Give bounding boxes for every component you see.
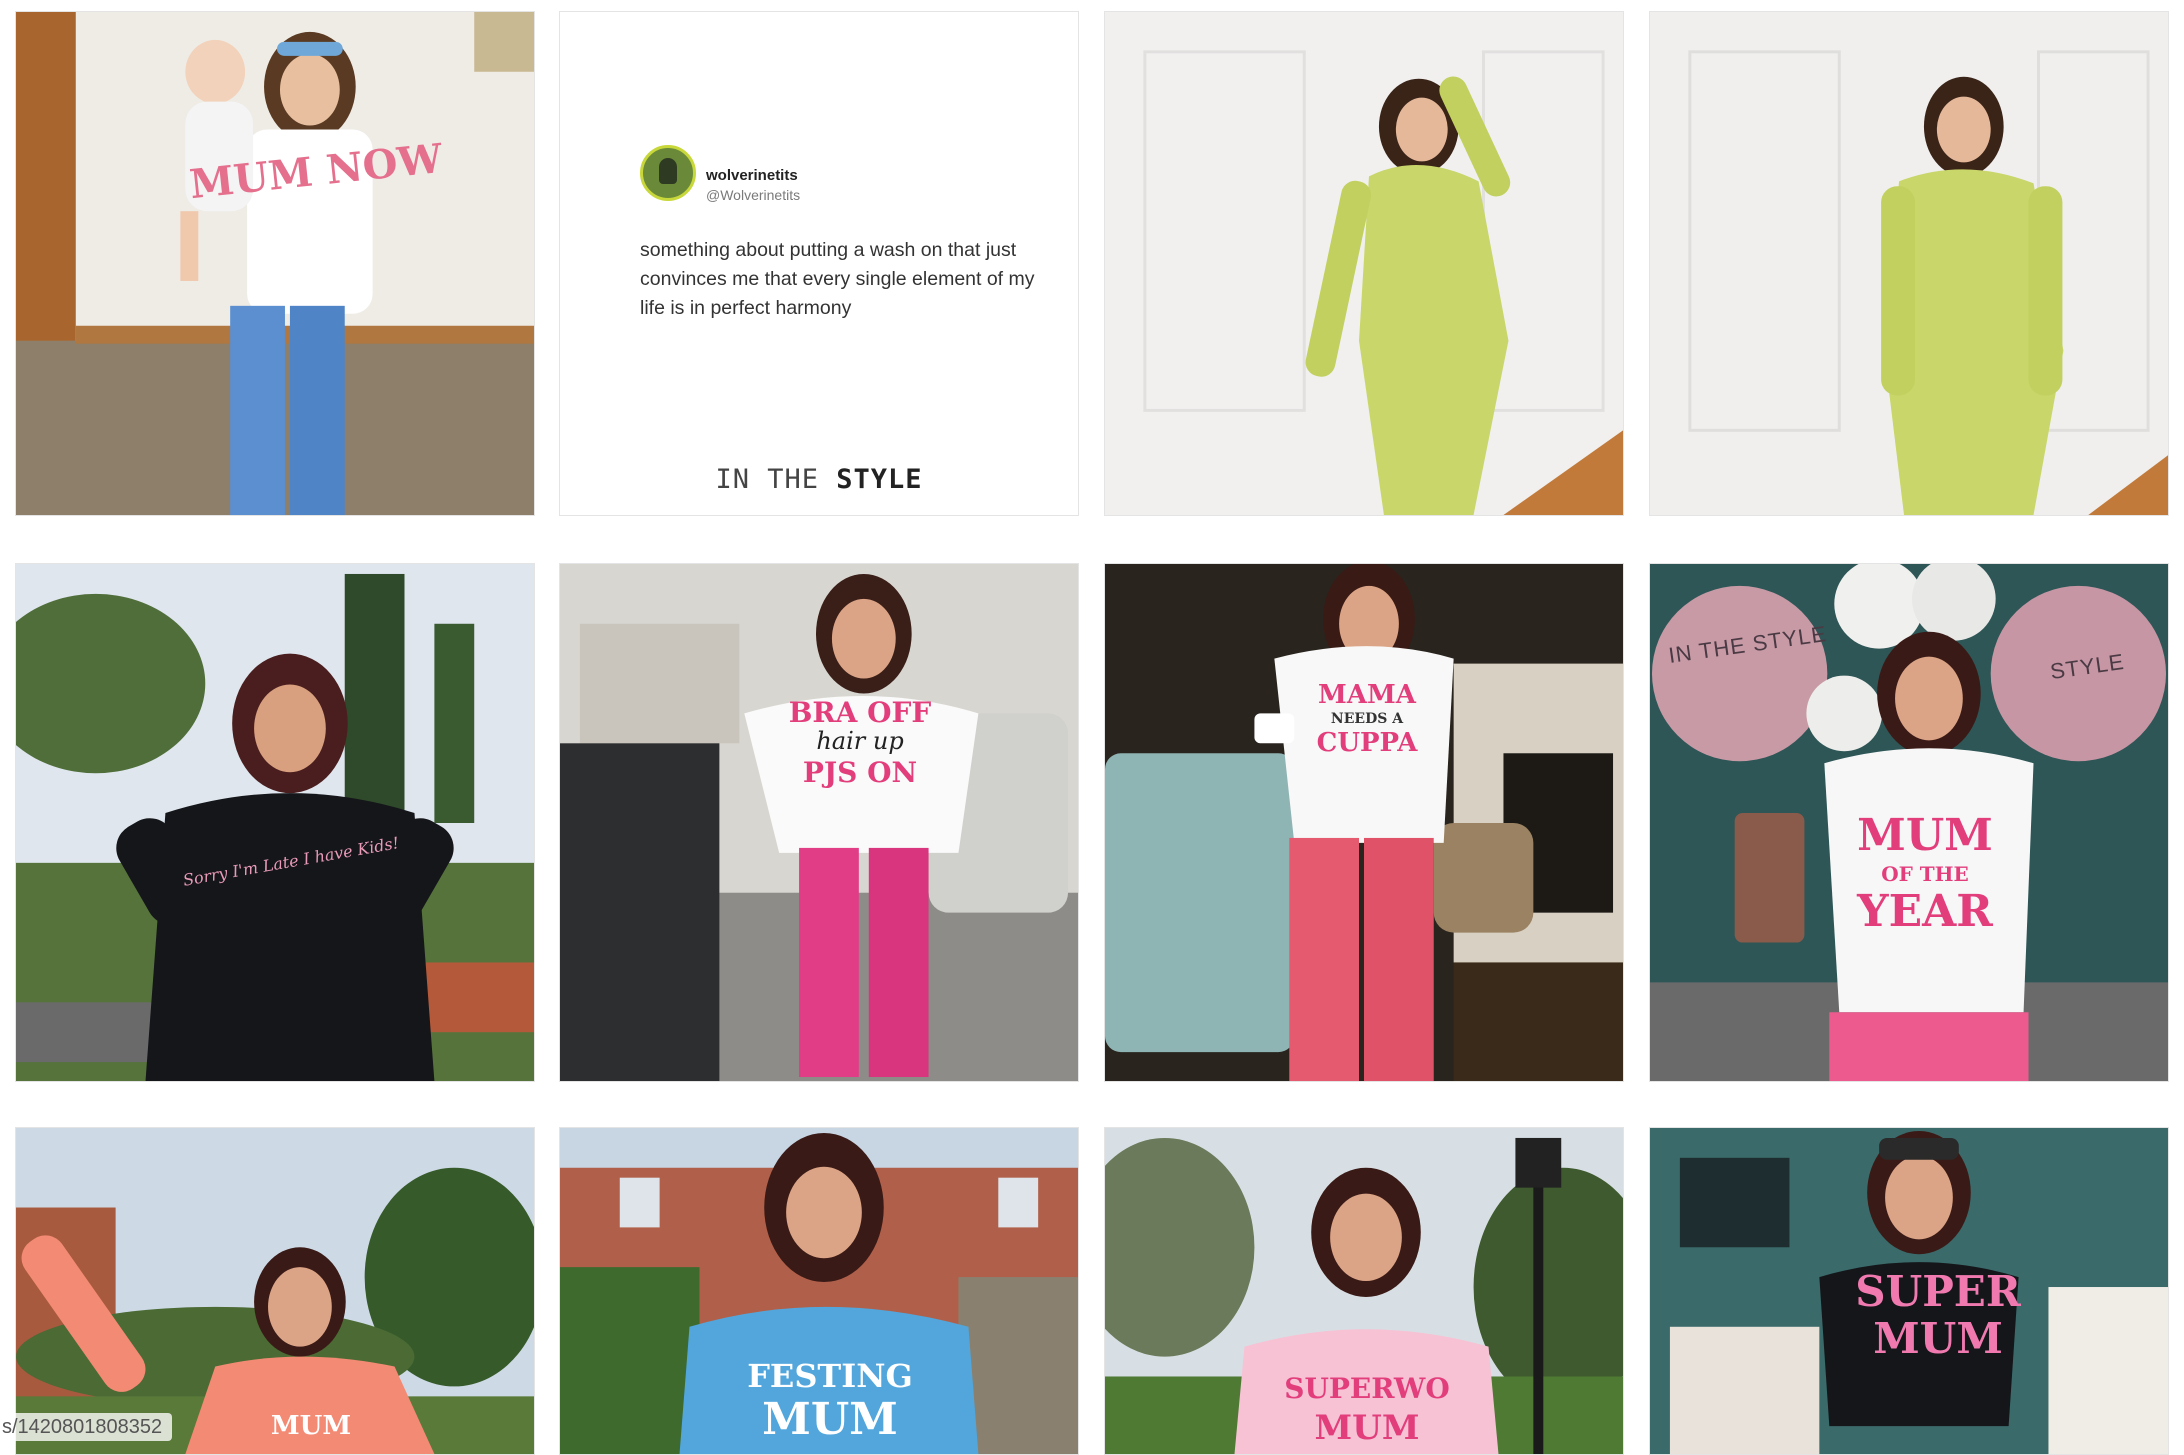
photo-bra-off-image [560,564,1078,1081]
shirt-print-line-2: MUM [1873,1314,2003,1363]
shirt-print-line-3: CUPPA [1316,728,1418,758]
photo-tile-mum-of-the-year[interactable]: IN THE STYLE STYLE MUM OF THE YEAR [1649,563,2169,1082]
photo-tile-black-hoodie[interactable]: Sorry I'm Late I have Kids! [15,563,535,1082]
photo-green-dress-1-image [1105,12,1623,515]
photo-tile-blue-hoodie[interactable]: FESTING MUM [559,1127,1079,1455]
photo-tile-coral-hoodie[interactable]: MUM [15,1127,535,1455]
shirt-print-line-2: hair up [816,727,904,755]
photo-tile-bra-off-tee[interactable]: BRA OFF hair up PJS ON [559,563,1079,1082]
photo-tile-mum-baby[interactable]: MUM NOW [15,11,535,516]
avatar [640,145,696,201]
shirt-print-line-1: MUM [1857,810,1993,861]
photo-tile-green-dress-1[interactable] [1104,11,1624,516]
photo-tile-super-mum[interactable]: SUPER MUM [1649,1127,2169,1455]
shirt-print-line-1: SUPERWO [1284,1372,1450,1405]
shirt-print-line-2: MUM [1314,1408,1420,1448]
shirt-print-mum: MUM [270,1411,352,1441]
brand-prefix: IN THE [715,464,837,495]
photo-pink-hoodie-image [1105,1128,1623,1454]
photo-tile-pink-hoodie[interactable]: SUPERWO MUM [1104,1127,1624,1455]
shirt-print-line-2: NEEDS A [1330,711,1404,727]
tweet-card-tile[interactable]: wolverinetits @Wolverinetits something a… [559,11,1079,516]
shirt-print-line-3: YEAR [1857,886,1993,937]
photo-coral-hoodie-image [16,1128,534,1454]
shirt-print-line-3: PJS ON [802,756,918,789]
photo-tile-green-dress-2[interactable] [1649,11,2169,516]
shirt-print-line-1: SUPER [1855,1267,2021,1316]
shirt-print-line-1: FESTING [747,1357,913,1395]
photo-green-dress-2-image [1650,12,2168,515]
photo-black-hoodie-image [16,564,534,1081]
tweet-author-name: wolverinetits [706,167,798,184]
photo-tile-mama-cuppa[interactable]: MAMA NEEDS A CUPPA [1104,563,1624,1082]
shirt-print-line-1: MAMA [1318,680,1416,710]
brand-bold: STYLE [836,464,923,495]
shirt-print-line-1: BRA OFF [788,696,932,729]
photo-mama-cuppa-image [1105,564,1623,1081]
shirt-print-line-2: MUM [762,1394,898,1445]
tweet-author-handle: @Wolverinetits [706,187,801,203]
photo-mum-baby-image [16,12,534,515]
status-url-overlay: s/1420801808352 [0,1413,173,1441]
tweet-text: something about putting a wash on that j… [640,239,1035,319]
shirt-print-line-2: OF THE [1881,862,1969,886]
brand-logo: IN THE STYLE [560,464,1078,495]
